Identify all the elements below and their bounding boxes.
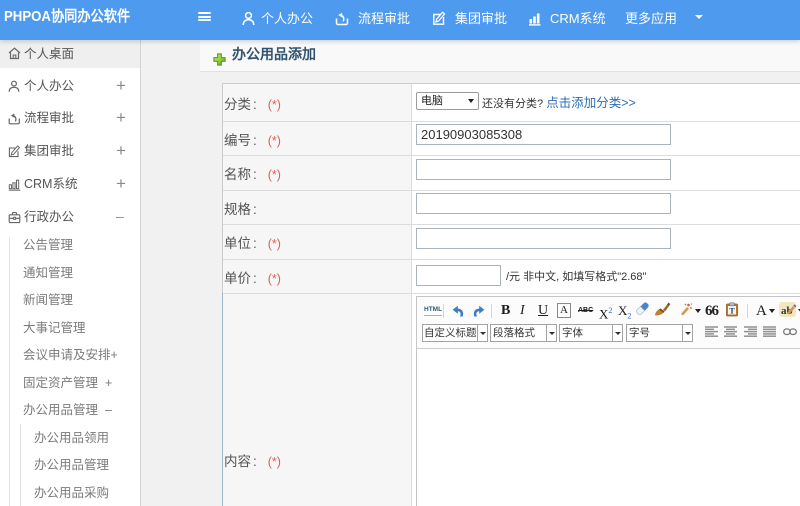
svg-text:T: T	[729, 307, 735, 316]
